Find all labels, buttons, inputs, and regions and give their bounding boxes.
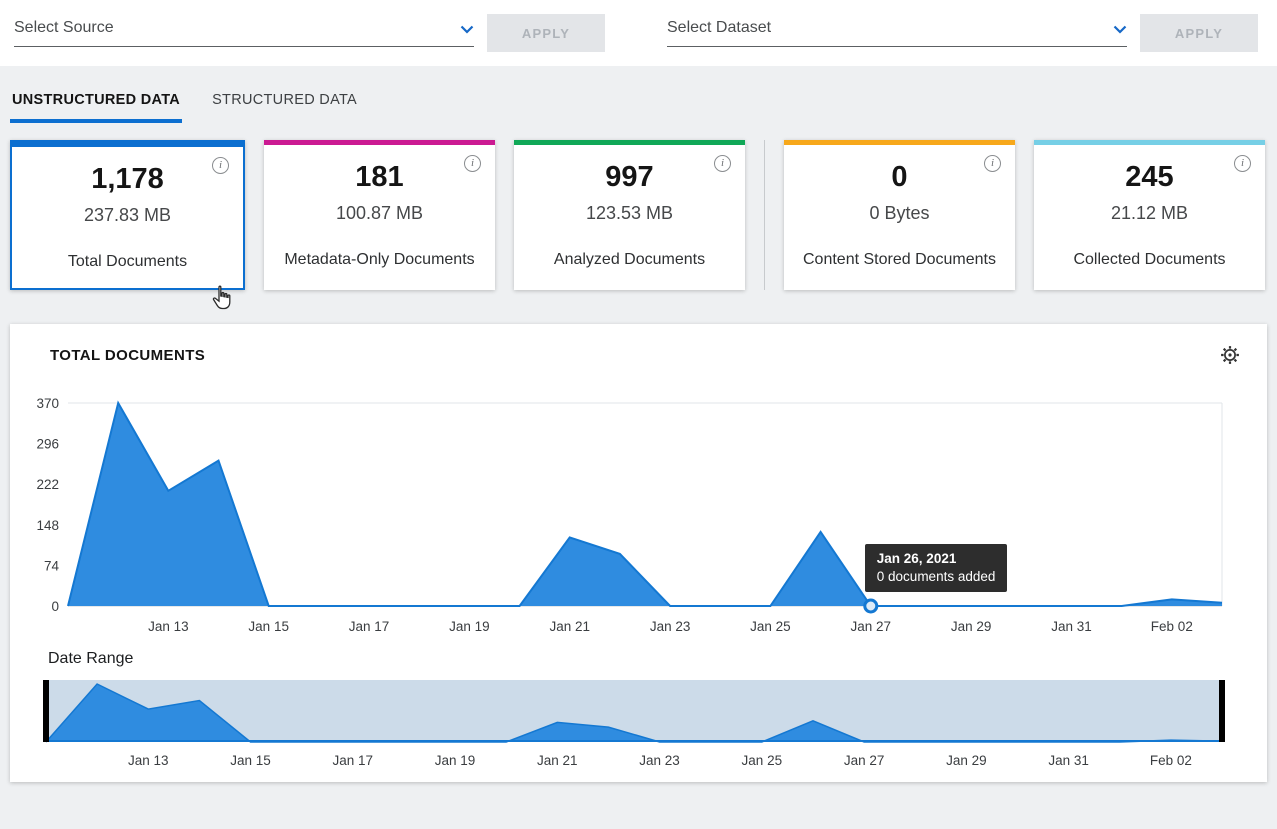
source-select[interactable]: Select Source [14, 19, 474, 47]
chevron-down-icon [460, 25, 474, 34]
svg-text:Feb 02: Feb 02 [1150, 753, 1192, 768]
svg-text:Jan 27: Jan 27 [844, 753, 885, 768]
card-count: 997 [605, 161, 654, 193]
svg-text:148: 148 [36, 518, 59, 533]
card-count: 0 [891, 161, 908, 193]
svg-text:Jan 15: Jan 15 [248, 619, 289, 634]
card-collected-documents[interactable]: i 245 21.12 MB Collected Documents [1034, 140, 1265, 290]
card-size: 21.12 MB [1110, 203, 1189, 223]
card-size: 237.83 MB [83, 205, 172, 225]
dataset-select-label: Select Dataset [667, 19, 772, 36]
card-count: 245 [1125, 161, 1174, 193]
svg-text:Jan 29: Jan 29 [946, 753, 987, 768]
card-label: Analyzed Documents [553, 251, 706, 268]
panel-title: TOTAL DOCUMENTS [50, 346, 206, 364]
svg-text:370: 370 [36, 396, 59, 411]
info-icon[interactable]: i [1234, 155, 1251, 172]
stat-cards: i 1,178 237.83 MB Total Documents i 181 … [0, 123, 1277, 290]
info-icon[interactable]: i [464, 155, 481, 172]
svg-text:Jan 17: Jan 17 [349, 619, 390, 634]
svg-text:Jan 19: Jan 19 [435, 753, 476, 768]
svg-text:Jan 29: Jan 29 [951, 619, 992, 634]
info-icon[interactable]: i [714, 155, 731, 172]
svg-text:Jan 23: Jan 23 [650, 619, 691, 634]
card-size: 123.53 MB [585, 203, 674, 223]
dataset-select[interactable]: Select Dataset [667, 19, 1127, 47]
card-metadata-only-documents[interactable]: i 181 100.87 MB Metadata-Only Documents [264, 140, 495, 290]
svg-text:Jan 13: Jan 13 [148, 619, 189, 634]
topbar: Select Source APPLY Select Dataset APPLY [0, 0, 1277, 66]
main-chart-wrap: 0 74 148 222 296 370 Jan 13 Jan 15 Jan 17 Jan 19 J… [30, 386, 1247, 638]
card-size: 0 Bytes [869, 203, 930, 223]
svg-text:Jan 23: Jan 23 [639, 753, 680, 768]
cards-divider [764, 140, 765, 290]
panel-header: TOTAL DOCUMENTS [30, 344, 1247, 366]
settings-gear-icon[interactable] [1219, 344, 1241, 366]
total-documents-panel: TOTAL DOCUMENTS 0 74 148 222 296 370 Jan 13 Jan… [10, 324, 1267, 782]
card-accent-bar [264, 140, 495, 145]
svg-text:Feb 02: Feb 02 [1151, 619, 1193, 634]
total-documents-area-chart[interactable]: 0 74 148 222 296 370 Jan 13 Jan 15 Jan 17 Jan 19 J… [30, 386, 1247, 638]
svg-text:Jan 27: Jan 27 [851, 619, 892, 634]
card-accent-bar [12, 142, 243, 147]
card-count: 1,178 [91, 163, 164, 195]
svg-text:222: 222 [36, 477, 59, 492]
apply-dataset-button[interactable]: APPLY [1140, 14, 1258, 52]
card-label: Content Stored Documents [803, 251, 996, 268]
info-icon[interactable]: i [984, 155, 1001, 172]
date-range-label: Date Range [48, 650, 134, 667]
svg-text:Jan 21: Jan 21 [549, 619, 590, 634]
svg-text:Jan 31: Jan 31 [1048, 753, 1089, 768]
svg-text:Jan 13: Jan 13 [128, 753, 169, 768]
card-total-documents[interactable]: i 1,178 237.83 MB Total Documents [10, 140, 245, 290]
tab-unstructured-data[interactable]: UNSTRUCTURED DATA [10, 92, 183, 123]
svg-text:Jan 15: Jan 15 [230, 753, 271, 768]
svg-text:296: 296 [36, 437, 59, 452]
svg-text:0: 0 [51, 599, 59, 614]
svg-text:Jan 17: Jan 17 [333, 753, 374, 768]
info-icon[interactable]: i [212, 157, 229, 174]
tooltip-date: Jan 26, 2021 [876, 551, 957, 566]
svg-text:Jan 25: Jan 25 [742, 753, 783, 768]
card-count: 181 [355, 161, 404, 193]
svg-text:Jan 21: Jan 21 [537, 753, 578, 768]
svg-text:74: 74 [44, 558, 60, 573]
card-accent-bar [1034, 140, 1265, 145]
card-size: 100.87 MB [335, 203, 424, 223]
svg-text:Jan 31: Jan 31 [1051, 619, 1092, 634]
card-content-stored-documents[interactable]: i 0 0 Bytes Content Stored Documents [784, 140, 1015, 290]
svg-text:Jan 25: Jan 25 [750, 619, 791, 634]
apply-source-button[interactable]: APPLY [487, 14, 605, 52]
tab-structured-data[interactable]: STRUCTURED DATA [210, 92, 359, 123]
chevron-down-icon [1113, 25, 1127, 34]
card-label: Total Documents [67, 253, 188, 270]
date-range-navigator[interactable]: Jan 13 Jan 15 Jan 17 Jan 19 Jan 21 Jan 23 Jan … [30, 676, 1247, 772]
card-accent-bar [784, 140, 1015, 145]
source-select-label: Select Source [14, 19, 114, 36]
svg-text:Jan 19: Jan 19 [449, 619, 490, 634]
card-label: Collected Documents [1073, 251, 1226, 268]
data-type-tabs: UNSTRUCTURED DATA STRUCTURED DATA [0, 66, 1277, 123]
chart-tooltip: Jan 26, 2021 0 documents added [864, 544, 1008, 592]
card-accent-bar [514, 140, 745, 145]
card-analyzed-documents[interactable]: i 997 123.53 MB Analyzed Documents [514, 140, 745, 290]
card-label: Metadata-Only Documents [284, 251, 475, 268]
tooltip-value: 0 documents added [876, 569, 996, 584]
